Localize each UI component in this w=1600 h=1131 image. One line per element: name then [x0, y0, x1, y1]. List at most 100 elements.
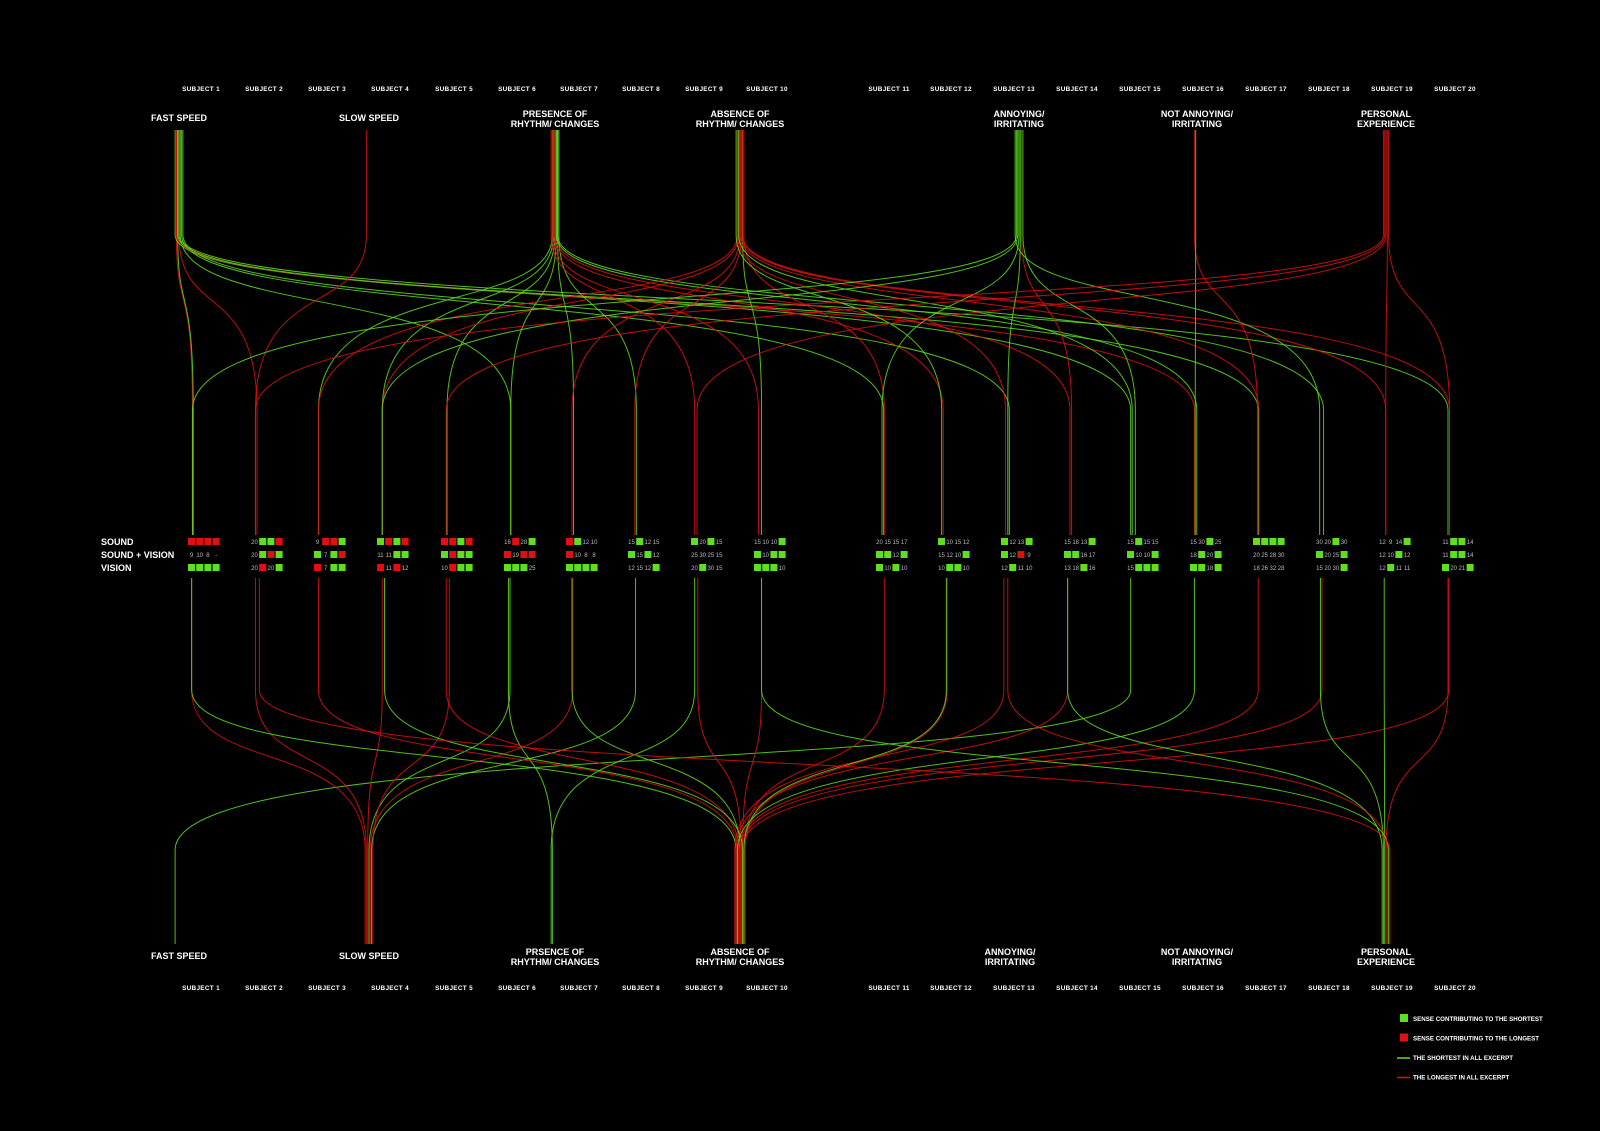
category-label-bottom-notannoying: NOT ANNOYING/: [1161, 947, 1234, 957]
subject-label-top: SUBJECT 13: [993, 86, 1035, 93]
cell-number: 11: [1442, 553, 1449, 559]
cell-number: 11: [1018, 566, 1025, 572]
cell-number: 15: [1152, 540, 1159, 546]
cell-square-shortest: [393, 551, 401, 558]
cell-square-longest: [512, 538, 520, 545]
category-label-bottom-fast: FAST SPEED: [151, 951, 208, 961]
cell-square-shortest: [1214, 564, 1222, 571]
cell-square-shortest: [770, 551, 778, 558]
subject-label-bottom: SUBJECT 4: [371, 985, 409, 992]
subject-label-bottom: SUBJECT 11: [868, 985, 910, 992]
category-label-bottom-personal: EXPERIENCE: [1357, 957, 1415, 967]
cell-number: 30: [708, 566, 715, 572]
cell-number: 12: [1001, 566, 1008, 572]
subject-label-bottom: SUBJECT 19: [1371, 985, 1413, 992]
cell-number: 12: [645, 566, 652, 572]
cell-number: 12: [963, 540, 970, 546]
cell-number: 15: [1144, 540, 1151, 546]
cell-number: -: [215, 553, 217, 559]
subject-label-bottom: SUBJECT 12: [930, 985, 972, 992]
cell-number: 12: [893, 553, 900, 559]
cell-square-shortest: [1316, 551, 1323, 558]
cell-number: 30: [1341, 540, 1348, 546]
cell-square-longest: [393, 564, 401, 571]
cell-square-shortest: [1151, 564, 1159, 571]
cell-square-shortest: [1206, 538, 1214, 545]
cell-square-shortest: [1151, 551, 1159, 558]
cell-number: 20: [691, 566, 698, 572]
cell-square-longest: [385, 538, 393, 545]
cell-square-shortest: [778, 538, 786, 545]
category-label-top-fast: FAST SPEED: [151, 113, 208, 123]
cell-square-shortest: [1080, 564, 1088, 571]
category-label-top-personal: EXPERIENCE: [1357, 119, 1415, 129]
cell-number: 14: [1467, 540, 1474, 546]
cell-square-shortest: [212, 564, 220, 571]
cell-square-longest: [275, 538, 283, 545]
category-label-top-absence: RHYTHM/ CHANGES: [696, 119, 785, 129]
cell-square-shortest: [1387, 564, 1395, 571]
flow-diagram: SUBJECT 1 SUBJECT 2 SUBJECT 3 SUBJECT 4 SUBJ…: [0, 0, 1600, 1131]
cell-square-longest: [449, 564, 457, 571]
cell-square-shortest: [778, 551, 786, 558]
cell-square-shortest: [377, 538, 384, 545]
cell-square-longest: [441, 538, 448, 545]
cell-square-shortest: [762, 564, 770, 571]
cell-square-shortest: [338, 538, 346, 545]
cell-number: 18: [1072, 566, 1079, 572]
cell-number: 10: [441, 566, 448, 572]
cell-square-shortest: [1450, 551, 1458, 558]
cell-number: 15: [716, 540, 723, 546]
cell-square-shortest: [465, 564, 473, 571]
legend-label: SENSE CONTRIBUTING TO THE LONGEST: [1413, 1036, 1539, 1043]
cell-number: 16: [504, 540, 511, 546]
cell-number: 16: [1081, 553, 1088, 559]
cell-number: 20: [1324, 553, 1331, 559]
cell-square-shortest: [1064, 551, 1071, 558]
cell-number: 15: [716, 553, 723, 559]
subject-label-bottom: SUBJECT 20: [1434, 985, 1476, 992]
subject-label-top: SUBJECT 10: [746, 86, 788, 93]
cell-number: 13: [1081, 540, 1088, 546]
cell-number: 20: [251, 540, 258, 546]
cell-square-shortest: [590, 564, 598, 571]
subject-label-bottom: SUBJECT 5: [435, 985, 473, 992]
cell-square-shortest: [457, 538, 465, 545]
cell-number: 25: [529, 566, 536, 572]
cell-square-shortest: [1025, 538, 1033, 545]
cell-number: 12: [645, 540, 652, 546]
subject-label-bottom: SUBJECT 9: [685, 985, 723, 992]
cell-number: 20: [699, 540, 706, 546]
subject-label-bottom: SUBJECT 17: [1245, 985, 1287, 992]
category-label-bottom-absence: RHYTHM/ CHANGES: [696, 957, 785, 967]
cell-square-shortest: [275, 564, 283, 571]
subject-label-top: SUBJECT 7: [560, 86, 598, 93]
cell-square-shortest: [275, 551, 283, 558]
cell-number: 28: [1270, 553, 1277, 559]
cell-square-shortest: [204, 564, 212, 571]
legend-swatch-square: [1400, 1033, 1408, 1042]
cell-square-shortest: [393, 538, 401, 545]
cell-square-shortest: [1127, 551, 1134, 558]
cell-number: 10: [963, 566, 970, 572]
cell-number: 30: [1278, 553, 1285, 559]
cell-square-shortest: [1001, 538, 1008, 545]
cell-square-shortest: [504, 564, 511, 571]
cell-square-shortest: [582, 564, 590, 571]
cell-number: 11: [1442, 540, 1449, 546]
cell-number: 12: [583, 540, 590, 546]
cell-square-shortest: [1340, 564, 1348, 571]
cell-square-longest: [566, 538, 573, 545]
cell-number: 15: [884, 540, 891, 546]
cell-square-shortest: [1403, 538, 1411, 545]
subject-label-top: SUBJECT 1: [182, 86, 220, 93]
cell-square-shortest: [1395, 551, 1403, 558]
legend-label: THE LONGEST IN ALL EXCERPT: [1413, 1075, 1509, 1082]
cell-square-shortest: [401, 551, 409, 558]
category-label-top-presence: RHYTHM/ CHANGES: [511, 119, 600, 129]
cell-number: 12: [946, 553, 953, 559]
cell-number: 28: [521, 540, 528, 546]
cell-square-shortest: [1458, 551, 1466, 558]
cell-square-shortest: [1214, 551, 1222, 558]
cell-square-shortest: [520, 564, 528, 571]
